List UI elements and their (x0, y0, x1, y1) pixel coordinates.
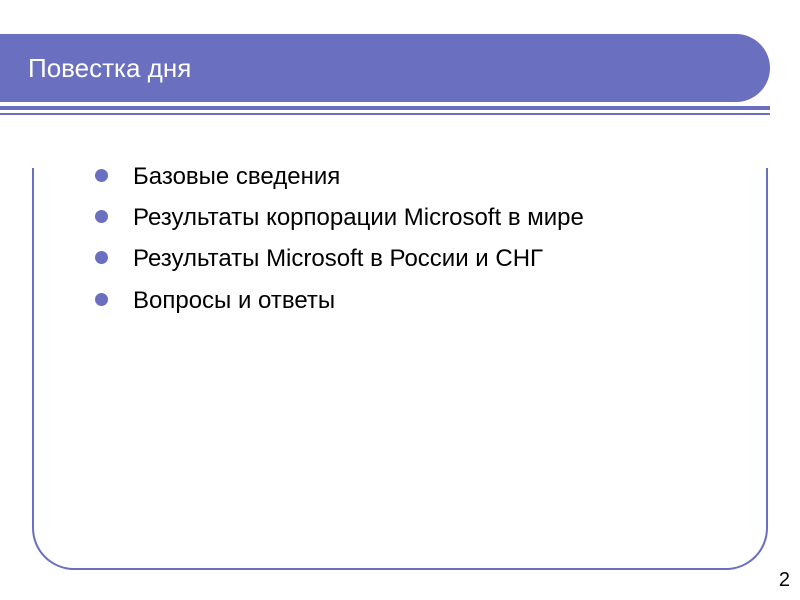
list-item: Результаты корпорации Microsoft в мире (95, 199, 735, 236)
title-underline-thick (0, 106, 770, 110)
slide-title: Повестка дня (28, 53, 191, 84)
list-item: Базовые сведения (95, 158, 735, 195)
title-underline-thin (0, 113, 770, 115)
list-item: Вопросы и ответы (95, 282, 735, 319)
list-item: Результаты Microsoft в России и СНГ (95, 240, 735, 277)
slide-number: 2 (779, 569, 790, 592)
slide-title-bar: Повестка дня (0, 34, 770, 102)
bullet-list: Базовые сведения Результаты корпорации M… (95, 158, 735, 323)
